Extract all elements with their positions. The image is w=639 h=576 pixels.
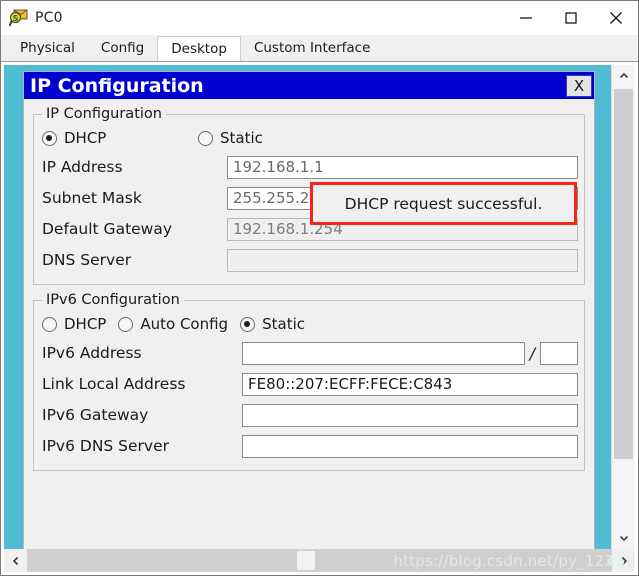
ipv6-prefix-separator: /: [529, 343, 535, 363]
tab-physical[interactable]: Physical: [7, 36, 88, 61]
window-title: PC0: [35, 10, 63, 26]
label-ipv6-address: IPv6 Address: [42, 344, 142, 362]
ip-configuration-title: IP Configuration: [30, 74, 204, 97]
radio-ipv4-static[interactable]: Static: [198, 129, 263, 147]
desktop-content-area: Dialer Editor Firewall IP Configuration: [1, 61, 638, 575]
horizontal-scrollbar[interactable]: [4, 549, 635, 572]
radio-ipv6-static[interactable]: Static: [240, 315, 305, 333]
input-ip-address[interactable]: 192.168.1.1: [227, 155, 578, 179]
label-dns-server: DNS Server: [42, 251, 132, 269]
close-icon[interactable]: [593, 1, 638, 35]
svg-text:S: S: [13, 14, 19, 23]
label-subnet-mask: Subnet Mask: [42, 189, 142, 207]
radio-dot-ipv6-dhcp: [42, 316, 57, 332]
ipv6-address-row: IPv6 Address /: [42, 338, 578, 368]
label-ipv6-dns-server: IPv6 DNS Server: [42, 437, 170, 455]
label-default-gateway: Default Gateway: [42, 220, 173, 238]
maximize-icon[interactable]: [548, 1, 593, 35]
tab-config[interactable]: Config: [87, 36, 158, 61]
dhcp-status-annotation: DHCP request successful.: [310, 182, 577, 225]
horizontal-scrollbar-thumb[interactable]: [297, 551, 315, 570]
chevron-left-icon[interactable]: [4, 549, 27, 572]
ipv6-dns-row: IPv6 DNS Server: [42, 431, 578, 461]
ipv6-link-local-row: Link Local Address FE80::207:ECFF:FECE:C…: [42, 369, 578, 399]
ipv6-group: IPv6 Configuration DHCP Auto Config Stat…: [33, 292, 585, 471]
ipv6-mode-row: DHCP Auto Config Static: [42, 310, 578, 338]
input-ipv6-dns-server[interactable]: [242, 434, 578, 458]
horizontal-scrollbar-track[interactable]: [27, 549, 612, 572]
vertical-scrollbar-thumb[interactable]: [614, 89, 633, 459]
ipv4-mode-row: DHCP Static: [42, 124, 578, 152]
dialog-close-button[interactable]: X: [566, 74, 592, 97]
ip-configuration-dialog: IP Configuration X IP Configuration DHCP: [23, 71, 595, 550]
radio-label-ipv6-auto-config: Auto Config: [140, 315, 229, 333]
dhcp-status-text: DHCP request successful.: [344, 194, 543, 213]
vertical-scrollbar[interactable]: [611, 65, 635, 549]
input-ipv6-gateway[interactable]: [242, 403, 578, 427]
radio-dot-ipv4-dhcp: [42, 130, 57, 146]
radio-dot-ipv6-auto-config: [118, 316, 134, 332]
label-link-local-address: Link Local Address: [42, 375, 186, 393]
ip-configuration-titlebar: IP Configuration X: [24, 72, 594, 99]
radio-label-ipv6-dhcp: DHCP: [64, 315, 107, 333]
input-ipv6-address[interactable]: [242, 341, 525, 365]
window-controls: [503, 1, 638, 35]
ipv4-address-row: IP Address 192.168.1.1: [42, 152, 578, 182]
radio-ipv6-auto-config[interactable]: Auto Config: [118, 315, 228, 333]
ipv6-gateway-row: IPv6 Gateway: [42, 400, 578, 430]
packet-tracer-icon: S: [8, 8, 29, 28]
ipv4-group-legend: IP Configuration: [46, 106, 162, 122]
chevron-up-icon[interactable]: [612, 65, 635, 87]
radio-ipv6-dhcp[interactable]: DHCP: [42, 315, 106, 333]
radio-label-ipv4-static: Static: [220, 129, 263, 147]
label-ip-address: IP Address: [42, 158, 123, 176]
radio-label-ipv6-static: Static: [262, 315, 305, 333]
pc0-window: S PC0 Physical Config Desktop Custom Int…: [0, 0, 639, 576]
input-dns-server[interactable]: [227, 248, 578, 272]
radio-ipv4-dhcp[interactable]: DHCP: [42, 129, 192, 147]
label-ipv6-gateway: IPv6 Gateway: [42, 406, 149, 424]
ipv6-group-legend: IPv6 Configuration: [46, 292, 180, 308]
minimize-icon[interactable]: [503, 1, 548, 35]
radio-label-ipv4-dhcp: DHCP: [64, 129, 107, 147]
ipv4-dns-row: DNS Server: [42, 245, 578, 275]
radio-dot-ipv4-static: [198, 130, 213, 146]
tab-desktop[interactable]: Desktop: [157, 36, 241, 61]
ip-configuration-body: IP Configuration DHCP Static IP Address: [24, 99, 594, 471]
watermark-tail: 456: [606, 552, 635, 570]
tab-custom-interface[interactable]: Custom Interface: [240, 36, 384, 61]
tab-strip: Physical Config Desktop Custom Interface: [1, 35, 638, 61]
input-ipv6-prefix[interactable]: [540, 341, 578, 365]
radio-dot-ipv6-static: [240, 316, 256, 332]
window-title-bar: S PC0: [1, 1, 638, 35]
input-link-local-address[interactable]: FE80::207:ECFF:FECE:C843: [242, 372, 578, 396]
chevron-down-icon[interactable]: [612, 527, 635, 549]
